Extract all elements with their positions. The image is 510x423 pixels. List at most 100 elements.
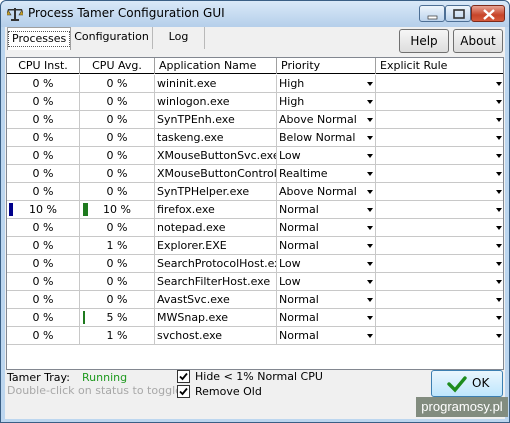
explicit-rule-cell[interactable] [376, 165, 503, 183]
maximize-button[interactable] [445, 5, 471, 22]
explicit-rule-cell[interactable] [376, 237, 503, 255]
dropdown-arrow-icon[interactable] [367, 118, 373, 122]
priority-cell[interactable]: Realtime [277, 165, 376, 183]
dropdown-arrow-icon[interactable] [496, 262, 502, 266]
dropdown-arrow-icon[interactable] [496, 172, 502, 176]
explicit-rule-cell[interactable] [376, 147, 503, 165]
dropdown-arrow-icon[interactable] [367, 208, 373, 212]
table-row[interactable]: 0 % 0 % taskeng.exe Below Normal [7, 129, 503, 147]
priority-cell[interactable]: Normal [277, 219, 376, 237]
dropdown-arrow-icon[interactable] [496, 190, 502, 194]
remove-old-checkbox[interactable] [177, 385, 190, 398]
explicit-rule-cell[interactable] [376, 129, 503, 147]
dropdown-arrow-icon[interactable] [367, 82, 373, 86]
explicit-rule-cell[interactable] [376, 219, 503, 237]
process-list[interactable]: CPU Inst. CPU Avg. Application Name Prio… [6, 57, 504, 370]
title-bar[interactable]: Process Tamer Configuration GUI [1, 1, 509, 27]
dropdown-arrow-icon[interactable] [496, 100, 502, 104]
table-row[interactable]: 0 % 0 % notepad.exe Normal [7, 219, 503, 237]
column-header-priority[interactable]: Priority [277, 58, 376, 74]
tab-log[interactable]: Log [153, 27, 205, 49]
explicit-rule-cell[interactable] [376, 201, 503, 219]
priority-cell[interactable]: Normal [277, 309, 376, 327]
explicit-rule-cell[interactable] [376, 93, 503, 111]
dropdown-arrow-icon[interactable] [496, 154, 502, 158]
dropdown-arrow-icon[interactable] [367, 226, 373, 230]
table-row[interactable]: 0 % 0 % XMouseButtonControl.exeRealtime [7, 165, 503, 183]
remove-old-label[interactable]: Remove Old [195, 385, 262, 398]
tab-processes[interactable]: Processes [7, 27, 71, 50]
hide-low-cpu-label[interactable]: Hide < 1% Normal CPU [195, 370, 323, 383]
dropdown-arrow-icon[interactable] [496, 226, 502, 230]
priority-cell[interactable]: Low [277, 273, 376, 291]
hide-low-cpu-checkbox[interactable] [177, 370, 190, 383]
dropdown-arrow-icon[interactable] [367, 172, 373, 176]
priority-cell[interactable]: Above Normal [277, 183, 376, 201]
cpu-avg-text: 0 % [106, 77, 128, 90]
dropdown-arrow-icon[interactable] [367, 334, 373, 338]
priority-cell[interactable]: Low [277, 255, 376, 273]
dropdown-arrow-icon[interactable] [496, 298, 502, 302]
table-row[interactable]: 0 % 0 % SearchProtocolHost.exe Low [7, 255, 503, 273]
dropdown-arrow-icon[interactable] [367, 100, 373, 104]
dropdown-arrow-icon[interactable] [496, 316, 502, 320]
dropdown-arrow-icon[interactable] [367, 316, 373, 320]
priority-cell[interactable]: High [277, 75, 376, 93]
dropdown-arrow-icon[interactable] [496, 280, 502, 284]
explicit-rule-cell[interactable] [376, 309, 503, 327]
table-row[interactable]: 0 % 0 % SearchFilterHost.exe Low [7, 273, 503, 291]
priority-cell[interactable]: Normal [277, 201, 376, 219]
table-row[interactable]: 0 % 0 % XMouseButtonSvc.exe Low [7, 147, 503, 165]
table-row[interactable]: 0 % 0 % wininit.exe High [7, 75, 503, 93]
priority-cell[interactable]: Below Normal [277, 129, 376, 147]
explicit-rule-cell[interactable] [376, 327, 503, 345]
ok-button[interactable]: OK [431, 370, 503, 397]
explicit-rule-cell[interactable] [376, 273, 503, 291]
tray-status[interactable]: Running [82, 371, 127, 384]
explicit-rule-cell[interactable] [376, 75, 503, 93]
explicit-rule-cell[interactable] [376, 255, 503, 273]
column-header-explicit-rule[interactable]: Explicit Rule [376, 58, 503, 74]
explicit-rule-cell[interactable] [376, 291, 503, 309]
table-row[interactable]: 0 % 0 % winlogon.exe High [7, 93, 503, 111]
minimize-button[interactable] [419, 5, 445, 22]
priority-cell[interactable]: Normal [277, 327, 376, 345]
dropdown-arrow-icon[interactable] [496, 208, 502, 212]
table-row[interactable]: 0 % 0 % SynTPHelper.exe Above Normal [7, 183, 503, 201]
dropdown-arrow-icon[interactable] [367, 262, 373, 266]
dropdown-arrow-icon[interactable] [367, 136, 373, 140]
help-button[interactable]: Help [399, 29, 449, 53]
priority-cell[interactable]: Low [277, 147, 376, 165]
column-header-cpu-inst[interactable]: CPU Inst. [7, 58, 80, 74]
dropdown-arrow-icon[interactable] [367, 298, 373, 302]
dropdown-arrow-icon[interactable] [496, 118, 502, 122]
table-row[interactable]: 0 % 0 % SynTPEnh.exe Above Normal [7, 111, 503, 129]
dropdown-arrow-icon[interactable] [367, 244, 373, 248]
dropdown-arrow-icon[interactable] [367, 154, 373, 158]
column-header-cpu-avg[interactable]: CPU Avg. [80, 58, 155, 74]
table-row[interactable]: 0 % 0 % AvastSvc.exe Normal [7, 291, 503, 309]
column-header-application-name[interactable]: Application Name [155, 58, 277, 74]
table-row[interactable]: 0 % 1 % svchost.exe Normal [7, 327, 503, 345]
dropdown-arrow-icon[interactable] [367, 190, 373, 194]
priority-cell[interactable]: High [277, 93, 376, 111]
dropdown-arrow-icon[interactable] [367, 280, 373, 284]
dropdown-arrow-icon[interactable] [496, 244, 502, 248]
dropdown-arrow-icon[interactable] [496, 82, 502, 86]
about-button[interactable]: About [453, 29, 503, 53]
table-row[interactable]: 0 % 5 % MWSnap.exe Normal [7, 309, 503, 327]
priority-cell[interactable]: Normal [277, 291, 376, 309]
dropdown-arrow-icon[interactable] [496, 136, 502, 140]
dropdown-arrow-icon[interactable] [496, 334, 502, 338]
cpu-avg-cell: 10 % [80, 201, 155, 219]
application-name-cell: AvastSvc.exe [155, 291, 277, 309]
explicit-rule-cell[interactable] [376, 111, 503, 129]
table-row[interactable]: 0 % 1 % Explorer.EXE Normal [7, 237, 503, 255]
priority-cell[interactable]: Normal [277, 237, 376, 255]
priority-cell[interactable]: Above Normal [277, 111, 376, 129]
cpu-inst-text: 0 % [32, 113, 54, 126]
tab-configuration[interactable]: Configuration [71, 27, 153, 49]
table-row[interactable]: 10 % 10 % firefox.exe Normal [7, 201, 503, 219]
explicit-rule-cell[interactable] [376, 183, 503, 201]
close-button[interactable] [471, 5, 505, 22]
